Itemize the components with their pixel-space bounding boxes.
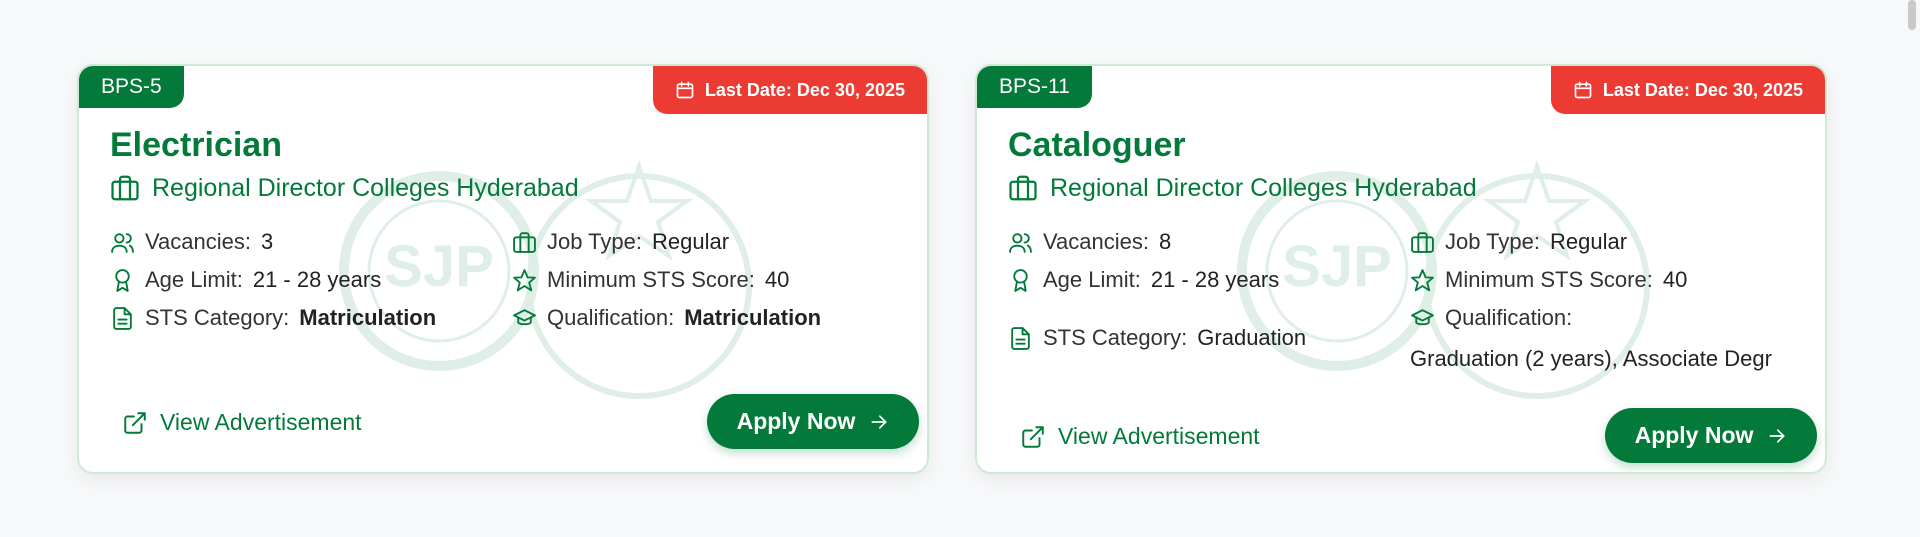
last-date-badge: Last Date: Dec 30, 2025 (652, 66, 927, 114)
apply-now-button[interactable]: Apply Now (707, 394, 919, 449)
briefcase-icon (1009, 175, 1037, 201)
briefcase-icon (111, 175, 139, 201)
last-date-badge: Last Date: Dec 30, 2025 (1550, 66, 1825, 114)
users-icon (111, 232, 134, 253)
min-sts-score-value: 40 (764, 267, 790, 292)
job-card: SJP BPS-5 Last Date: Dec 30, 2025 Electr… (77, 64, 929, 474)
watermark-text: SJP (384, 234, 494, 299)
organization: Regional Director Colleges Hyderabad (110, 173, 579, 203)
min-sts-score-value: 40 (1662, 267, 1688, 292)
page-scrollbar[interactable] (1908, 0, 1916, 30)
award-icon (1013, 268, 1028, 292)
arrow-right-icon (871, 414, 887, 429)
job-type-row: Job Type: Regular (512, 229, 729, 255)
arrow-right-icon (1769, 428, 1785, 443)
vacancies-row: Vacancies: 3 (110, 229, 273, 255)
job-title: Cataloguer (1008, 126, 1186, 164)
sts-category-value: Matriculation (299, 305, 437, 330)
qualification-row: Qualification: (1410, 305, 1572, 331)
age-limit-row: Age Limit: 21 - 28 years (1008, 267, 1279, 293)
star-icon (513, 268, 536, 291)
age-limit-value: 21 - 28 years (1150, 267, 1280, 292)
qualification-row: Qualification: Matriculation (512, 305, 821, 331)
graduation-cap-icon (1411, 308, 1434, 325)
min-sts-score-row: Minimum STS Score: 40 (512, 267, 789, 293)
job-type-row: Job Type: Regular (1410, 229, 1627, 255)
age-limit-row: Age Limit: 21 - 28 years (110, 267, 381, 293)
organization: Regional Director Colleges Hyderabad (1008, 173, 1477, 203)
sts-category-value: Graduation (1197, 325, 1307, 350)
external-link-icon (124, 411, 146, 434)
watermark-text: SJP (1282, 234, 1392, 299)
job-card: SJP BPS-11 Last Date: Dec 30, 2025 Catal… (975, 64, 1827, 474)
star-icon (1411, 268, 1434, 291)
bps-badge: BPS-11 (977, 66, 1092, 108)
organization-name: Regional Director Colleges Hyderabad (152, 173, 579, 202)
view-advertisement-link[interactable]: View Advertisement (122, 409, 362, 436)
award-icon (115, 268, 130, 292)
job-type-value: Regular (652, 229, 730, 254)
last-date-text: Last Date: Dec 30, 2025 (1602, 79, 1803, 100)
document-icon (113, 306, 132, 330)
sts-category-row: STS Category: Graduation (1008, 325, 1306, 351)
organization-name: Regional Director Colleges Hyderabad (1050, 173, 1477, 202)
users-icon (1009, 232, 1032, 253)
sts-category-row: STS Category: Matriculation (110, 305, 436, 331)
bps-badge: BPS-5 (79, 66, 184, 108)
briefcase-icon (1411, 231, 1434, 253)
job-title: Electrician (110, 126, 282, 164)
last-date-text: Last Date: Dec 30, 2025 (704, 79, 905, 100)
graduation-cap-icon (513, 308, 536, 325)
calendar-icon (676, 81, 694, 99)
briefcase-icon (513, 231, 536, 253)
external-link-icon (1022, 425, 1044, 448)
vacancies-value: 3 (260, 229, 274, 254)
calendar-icon (1574, 81, 1592, 99)
vacancies-value: 8 (1158, 229, 1172, 254)
age-limit-value: 21 - 28 years (252, 267, 382, 292)
apply-now-button[interactable]: Apply Now (1605, 408, 1817, 463)
view-advertisement-link[interactable]: View Advertisement (1020, 423, 1260, 450)
document-icon (1011, 326, 1030, 350)
qualification-value: Matriculation (684, 305, 822, 330)
qualification-value: Graduation (2 years), Associate Degr (1410, 346, 1772, 371)
job-type-value: Regular (1550, 229, 1628, 254)
min-sts-score-row: Minimum STS Score: 40 (1410, 267, 1687, 293)
vacancies-row: Vacancies: 8 (1008, 229, 1171, 255)
